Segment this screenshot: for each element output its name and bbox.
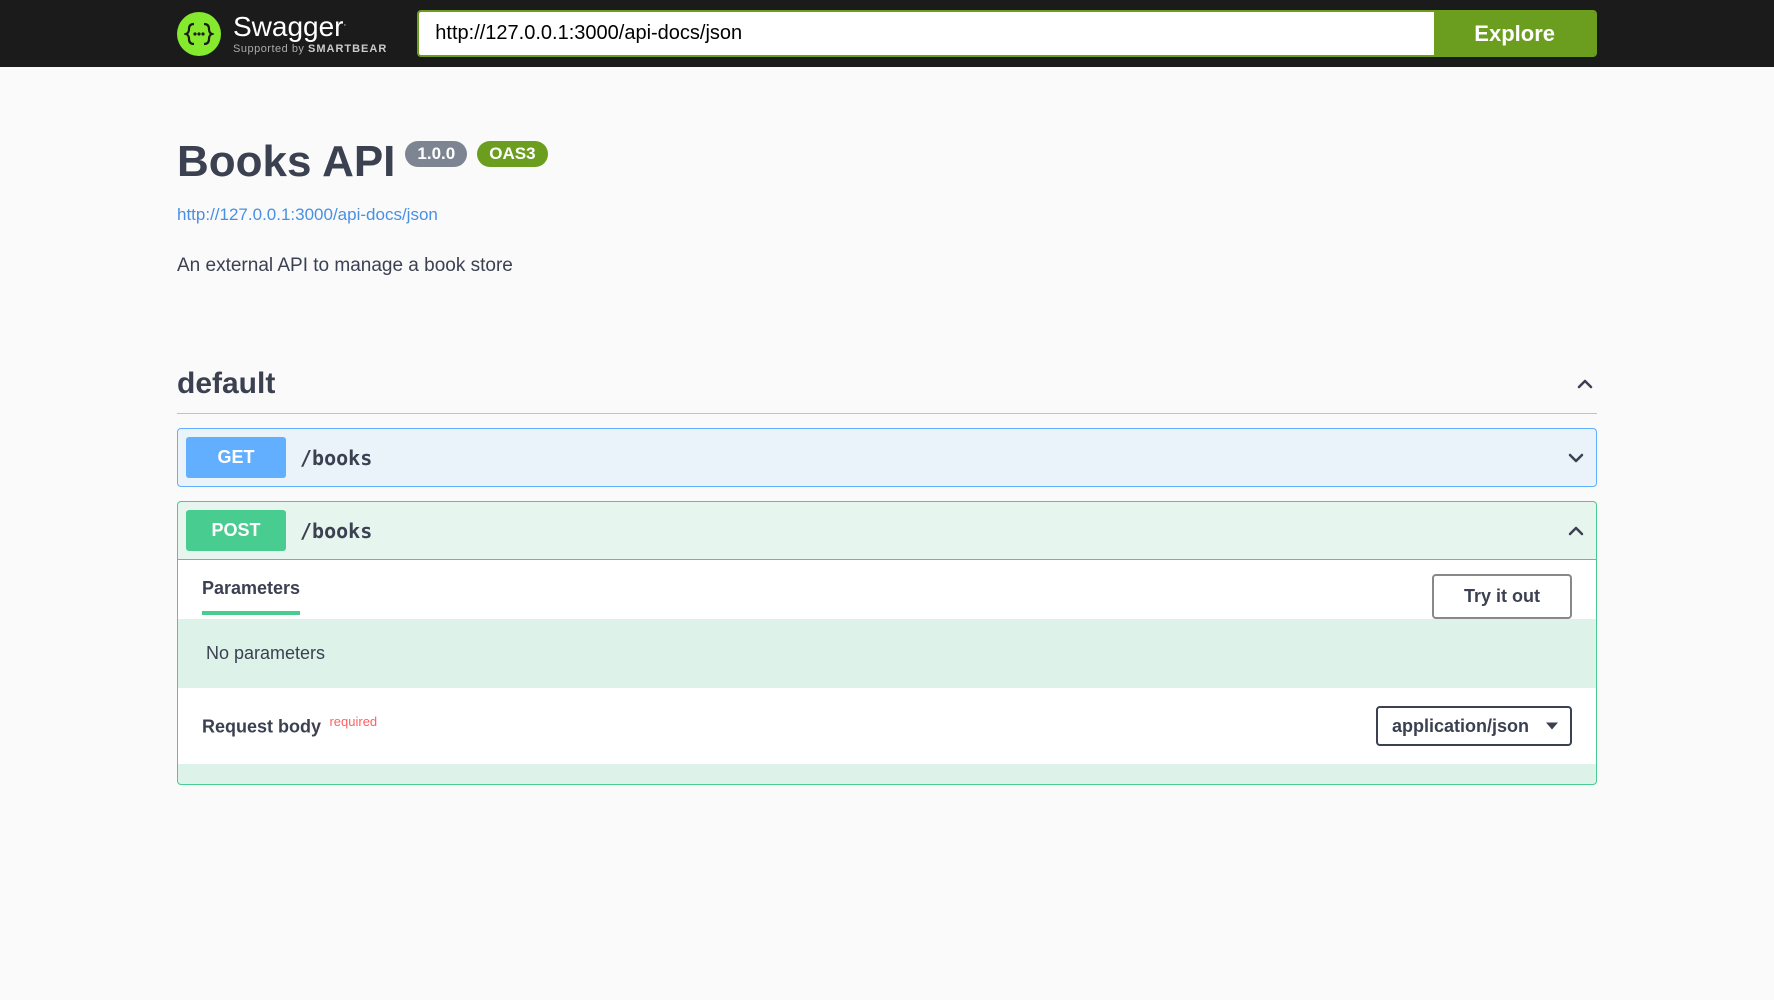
brand-text: Swagger. xyxy=(233,13,387,41)
chevron-up-icon xyxy=(1573,372,1597,396)
version-badge: 1.0.0 xyxy=(405,141,467,167)
oas-badge: OAS3 xyxy=(477,141,547,167)
method-badge-post: POST xyxy=(186,510,286,551)
swagger-logo[interactable]: Swagger. Supported by SMARTBEAR xyxy=(177,12,387,56)
topbar: Swagger. Supported by SMARTBEAR Explore xyxy=(0,0,1774,67)
operation-get-books: GET /books xyxy=(177,428,1597,487)
no-parameters-text: No parameters xyxy=(178,619,1596,688)
operation-summary[interactable]: GET /books xyxy=(178,429,1596,486)
operation-summary[interactable]: POST /books xyxy=(178,502,1596,559)
api-description: An external API to manage a book store xyxy=(177,255,1597,277)
spec-url-input[interactable] xyxy=(419,12,1434,55)
operation-path: /books xyxy=(300,519,1564,543)
swagger-icon xyxy=(177,12,221,56)
spec-url-link[interactable]: http://127.0.0.1:3000/api-docs/json xyxy=(177,205,438,225)
request-body-header: Request body required application/json xyxy=(178,688,1596,764)
parameters-header: Parameters Try it out xyxy=(178,560,1596,619)
operation-path: /books xyxy=(300,446,1564,470)
operation-post-books: POST /books Parameters Try it out No par… xyxy=(177,501,1597,785)
required-badge: required xyxy=(329,714,377,729)
content-type-select[interactable]: application/json xyxy=(1376,706,1572,746)
chevron-down-icon xyxy=(1564,446,1588,470)
method-badge-get: GET xyxy=(186,437,286,478)
tag-header-default[interactable]: default xyxy=(177,367,1597,414)
supported-by-text: Supported by SMARTBEAR xyxy=(233,43,387,55)
chevron-up-icon xyxy=(1564,519,1588,543)
try-it-out-button[interactable]: Try it out xyxy=(1432,574,1572,619)
parameters-tab[interactable]: Parameters xyxy=(202,578,300,615)
api-title: Books API xyxy=(177,137,395,187)
request-body-label: Request body xyxy=(202,717,321,737)
explore-button[interactable]: Explore xyxy=(1434,12,1595,55)
api-title-row: Books API 1.0.0 OAS3 xyxy=(177,137,1597,187)
spec-url-form: Explore xyxy=(417,10,1597,57)
tag-name: default xyxy=(177,367,275,401)
